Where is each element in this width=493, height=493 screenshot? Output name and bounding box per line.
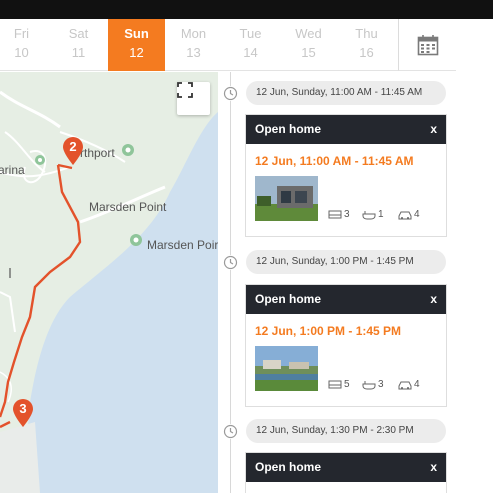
day-tab-wed[interactable]: Wed 15	[280, 19, 337, 71]
poi-pin-icon	[130, 234, 142, 246]
day-date: 16	[359, 45, 374, 60]
open-home-card[interactable]: Open home x 12 Jun, 11:00 AM - 11:45 AM …	[245, 114, 447, 237]
clock-icon	[223, 255, 238, 270]
expand-icon	[177, 82, 193, 98]
card-header: Open home x	[246, 115, 446, 144]
time-slot-label: 12 Jun, Sunday, 11:00 AM - 11:45 AM	[246, 81, 446, 105]
calendar-button[interactable]	[398, 19, 456, 71]
day-date: 12	[129, 45, 144, 60]
bath-icon	[362, 210, 376, 219]
day-date: 15	[301, 45, 316, 60]
map-label: Marsden Poir	[147, 238, 218, 252]
day-tab-fri[interactable]: Fri 10	[0, 19, 50, 71]
map-label: Marsden Point	[89, 200, 167, 214]
day-name: Fri	[13, 26, 30, 41]
bedrooms-count: 3	[344, 209, 350, 220]
map[interactable]: arina rthport Marsden Point Marsden Poir…	[0, 72, 218, 493]
day-date: 10	[14, 45, 29, 60]
day-name: Wed	[295, 26, 322, 41]
car-icon	[398, 381, 412, 389]
calendar-icon	[417, 34, 438, 55]
property-photo	[255, 176, 318, 221]
card-time: 12 Jun, 1:00 PM - 1:45 PM	[255, 324, 402, 338]
clock-icon	[223, 86, 238, 101]
bedrooms-feature: 3	[328, 209, 350, 220]
card-body: 3 1 4	[246, 176, 446, 236]
close-button[interactable]: x	[430, 453, 437, 482]
poi-pin-icon	[35, 155, 45, 165]
property-thumbnail[interactable]	[255, 176, 318, 221]
day-name: Sat	[68, 26, 89, 41]
day-tab-sat[interactable]: Sat 11	[50, 19, 107, 71]
open-homes-page: Fri 10 Sat 11 Sun 12 Mon 13 Tue 14 Wed 1…	[0, 0, 493, 493]
marker-number: 3	[19, 401, 27, 416]
day-tab-mon[interactable]: Mon 13	[165, 19, 222, 71]
time-slot-label: 12 Jun, Sunday, 1:00 PM - 1:45 PM	[246, 250, 446, 274]
map-label: arina	[0, 163, 25, 177]
day-date: 11	[71, 45, 86, 60]
clock-icon	[223, 424, 238, 439]
property-thumbnail[interactable]	[255, 346, 318, 391]
bedrooms-feature: 5	[328, 379, 350, 390]
close-button[interactable]: x	[430, 285, 437, 314]
day-name: Sun	[124, 26, 149, 41]
day-name: Mon	[180, 26, 207, 41]
map-marker-2[interactable]: 2	[62, 136, 84, 166]
map-canvas	[0, 72, 218, 493]
day-name: Thu	[355, 26, 378, 41]
day-tab-tue[interactable]: Tue 14	[222, 19, 279, 71]
card-title: Open home	[255, 460, 322, 474]
time-slot-label: 12 Jun, Sunday, 1:30 PM - 2:30 PM	[246, 419, 446, 443]
bath-icon	[362, 380, 376, 389]
parking-count: 4	[414, 209, 420, 220]
day-tab-sun[interactable]: Sun 12	[108, 19, 165, 71]
marker-number: 2	[69, 139, 77, 154]
day-selector: Fri 10 Sat 11 Sun 12 Mon 13 Tue 14 Wed 1…	[0, 19, 456, 71]
property-photo	[255, 346, 318, 391]
card-title: Open home	[255, 292, 322, 306]
bedrooms-count: 5	[344, 379, 350, 390]
open-home-card[interactable]: Open home x 12 Jun, 1:00 PM - 1:45 PM 5	[245, 284, 447, 407]
poi-pin-icon	[122, 144, 134, 156]
card-header: Open home x	[246, 285, 446, 314]
day-tab-thu[interactable]: Thu 16	[338, 19, 395, 71]
bathrooms-feature: 1	[362, 209, 384, 220]
card-time: 12 Jun, 11:00 AM - 11:45 AM	[255, 154, 414, 168]
parking-feature: 4	[398, 209, 420, 220]
card-title: Open home	[255, 122, 322, 136]
day-date: 14	[243, 45, 258, 60]
card-body: 5 3 4	[246, 346, 446, 406]
day-date: 13	[186, 45, 201, 60]
bed-icon	[328, 210, 342, 218]
parking-feature: 4	[398, 379, 420, 390]
bathrooms-count: 1	[378, 209, 384, 220]
close-button[interactable]: x	[430, 115, 437, 144]
map-marker-3[interactable]: 3	[12, 398, 34, 428]
bathrooms-count: 3	[378, 379, 384, 390]
bed-icon	[328, 380, 342, 388]
parking-count: 4	[414, 379, 420, 390]
top-bar	[0, 0, 493, 19]
car-icon	[398, 211, 412, 219]
card-header: Open home x	[246, 453, 446, 482]
bathrooms-feature: 3	[362, 379, 384, 390]
map-label: rthport	[80, 146, 115, 160]
day-name: Tue	[239, 26, 262, 41]
map-expand-button[interactable]	[177, 82, 210, 115]
open-home-card[interactable]: Open home x	[245, 452, 447, 493]
